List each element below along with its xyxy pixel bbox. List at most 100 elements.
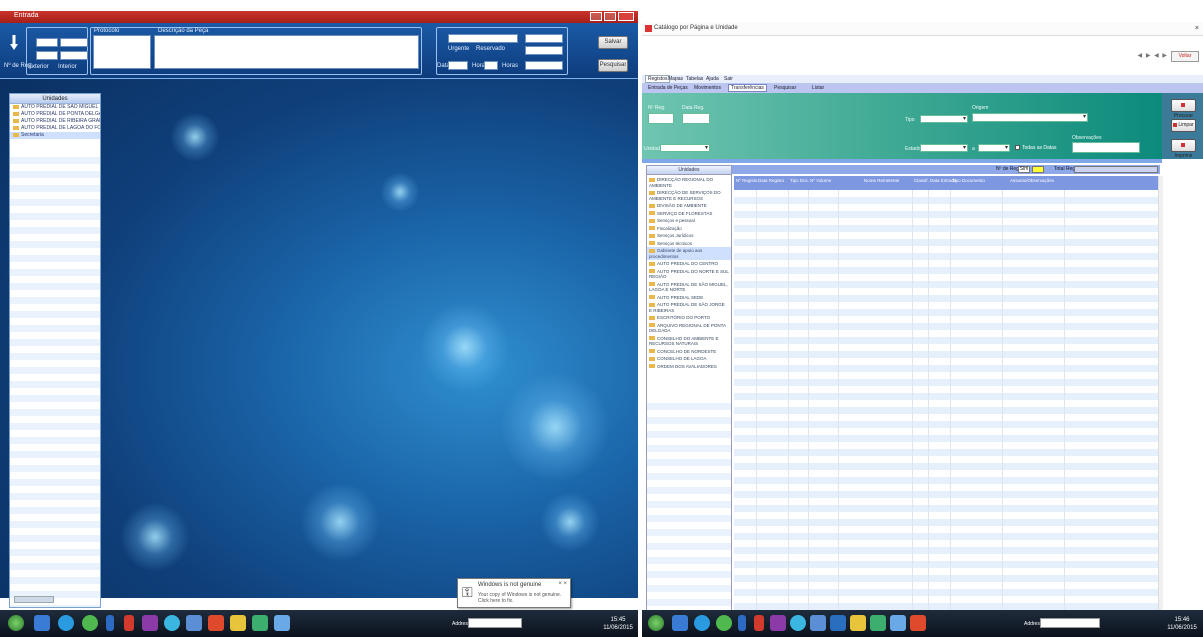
ie-icon[interactable]	[694, 615, 710, 631]
tree-item[interactable]: ESCRITÓRIO DO PORTO	[647, 314, 731, 322]
prefix-input[interactable]	[36, 38, 58, 47]
taskbar-address-input[interactable]	[1040, 618, 1100, 628]
app-lightblue-icon[interactable]	[890, 615, 906, 631]
tree-item[interactable]: AUTO PREDIAL DE SÃO JORGE E RIBEIRAS	[647, 301, 731, 314]
app-red-icon[interactable]	[910, 615, 926, 631]
tree-item[interactable]: DIRECÇÃO DE SERVIÇOS DO AMBIENTE E RECUR…	[647, 189, 731, 202]
number-input[interactable]	[60, 38, 88, 47]
tree-item[interactable]: ARQUIVO REGIONAL DE PONTA DELGADA	[647, 322, 731, 335]
origin-select[interactable]	[972, 113, 1088, 122]
unit-select[interactable]	[660, 144, 710, 152]
app-blue-icon[interactable]	[274, 615, 290, 631]
tab-listar[interactable]: Listar	[812, 85, 824, 91]
tree-item[interactable]: AUTO PREDIAL DE RIBEIRA GRANDE	[10, 118, 100, 125]
code-input[interactable]	[525, 46, 563, 55]
menu-item-sair[interactable]: Sair	[724, 76, 733, 82]
col-header-doc-type[interactable]: Tipo Documento	[952, 178, 985, 183]
save-button[interactable]: Salvar	[598, 36, 628, 49]
date-reg-input[interactable]	[682, 113, 710, 124]
maximize-icon[interactable]	[604, 12, 616, 21]
tree-item[interactable]: DIVISÃO DE AMBIENTE	[647, 202, 731, 210]
col-header-subject[interactable]: Assunto/Observações	[1010, 178, 1054, 183]
col-header-num[interactable]: Nº Registo	[736, 178, 757, 183]
menu-item-tabelas[interactable]: Tabelas	[686, 76, 703, 82]
col-header-class[interactable]: Classif.	[914, 178, 929, 183]
checkbox-reserved[interactable]: Reservado	[476, 46, 505, 52]
word-icon[interactable]	[738, 615, 746, 631]
app-yellow-icon[interactable]	[230, 615, 246, 631]
tree-item[interactable]: AUTO PREDIAL DO CENTRO	[647, 260, 731, 268]
tab-movimentos[interactable]: Movimentos	[694, 85, 721, 91]
chrome-icon[interactable]	[716, 615, 732, 631]
tree-item[interactable]: AUTO PREDIAL DE SÃO MIGUEL, LAGOA E NORT…	[647, 281, 731, 294]
time-input[interactable]	[484, 61, 498, 70]
acrobat-icon[interactable]	[124, 615, 134, 631]
tree-item[interactable]: AUTO PREDIAL SEDE	[647, 294, 731, 302]
date-input[interactable]	[448, 61, 468, 70]
taskbar-clock[interactable]: 15:45 11/06/2015	[600, 616, 636, 632]
taskbar-address-input[interactable]	[468, 618, 522, 628]
folder-app-icon[interactable]	[186, 615, 202, 631]
close-icon[interactable]	[618, 12, 634, 21]
obs-input[interactable]	[1072, 142, 1140, 153]
menu-item-mapas[interactable]: Mapas	[668, 76, 683, 82]
tree-item[interactable]: CONCELHO DE NORDESTE	[647, 348, 731, 356]
app-icon[interactable]	[770, 615, 786, 631]
start-orb-icon[interactable]	[8, 615, 24, 631]
col-header-date[interactable]: Data Registo	[758, 178, 784, 183]
num-input[interactable]	[648, 113, 674, 124]
app-red-icon[interactable]	[208, 615, 224, 631]
print-button[interactable]: Imprimir	[1171, 139, 1196, 159]
description-field[interactable]	[154, 35, 419, 69]
genuine-notification[interactable]: ⚿ Windows is not genuine Your copy of Wi…	[457, 578, 571, 608]
menu-item-ajuda[interactable]: Ajuda	[706, 76, 719, 82]
tree-item[interactable]: Secretaria	[10, 132, 100, 139]
tab-transferencias[interactable]: Transferências	[728, 84, 767, 92]
tree-item[interactable]: Serviços e pessoal	[647, 217, 731, 225]
clear-button[interactable]: Limpar	[1171, 119, 1196, 132]
word-icon[interactable]	[106, 615, 114, 631]
tree-item[interactable]: Serviços técnicos	[647, 240, 731, 248]
checkbox-interior[interactable]: Interior	[58, 64, 77, 70]
chrome-icon[interactable]	[82, 615, 98, 631]
page-nav-arrows[interactable]: ◀ ▶ ◀ ▶	[1138, 52, 1168, 59]
year-input[interactable]	[60, 51, 88, 60]
tree-item[interactable]: AUTO PREDIAL DE PONTA DELGADA	[10, 111, 100, 118]
tree-item[interactable]: AUTO PREDIAL DE SÃO MIGUEL	[10, 104, 100, 111]
tab-pesquisar[interactable]: Pesquisar	[774, 85, 796, 91]
skype-icon[interactable]	[790, 615, 806, 631]
back-button[interactable]: Voltar	[1171, 51, 1199, 62]
acrobat-icon[interactable]	[754, 615, 764, 631]
checkbox-exterior[interactable]: Exterior	[28, 64, 49, 70]
tree-scroll-handle[interactable]	[14, 596, 54, 603]
explorer-icon[interactable]	[672, 615, 688, 631]
checkbox-urgent[interactable]: Urgente	[448, 46, 469, 52]
search-button[interactable]: Pesquisar	[598, 59, 628, 72]
app-green-icon[interactable]	[870, 615, 886, 631]
download-arrow-icon[interactable]	[10, 35, 18, 51]
tree-item[interactable]: AUTO PREDIAL DE LAGOA DO FOGO	[10, 125, 100, 132]
tab-entrada-pecas[interactable]: Entrada de Peças	[648, 85, 688, 91]
taskbar-clock[interactable]: 15:46 11/06/2015	[1164, 616, 1200, 632]
tree-item[interactable]: AUTO PREDIAL DO NORTE E SUL REGIÃO	[647, 268, 731, 281]
tree-item[interactable]: CONSELHO DO AMBIENTE E RECURSOS NATURAIS	[647, 335, 731, 348]
menu-item-registos[interactable]: Registos	[645, 75, 671, 83]
app-icon[interactable]	[142, 615, 158, 631]
tree-item[interactable]: ORDEM DOS AVALIADORES	[647, 363, 731, 371]
col-header-volume[interactable]: Nº Volume	[810, 178, 831, 183]
series-input[interactable]	[36, 51, 58, 60]
grid-scrollbar[interactable]	[1158, 176, 1163, 613]
state-select[interactable]	[920, 144, 968, 152]
col-header-type[interactable]: Tipo Doc.	[790, 178, 809, 183]
minimize-icon[interactable]	[590, 12, 602, 21]
find-button[interactable]: Procurar	[1171, 99, 1196, 119]
app-blue-icon[interactable]	[830, 615, 846, 631]
tree-item[interactable]: Serviços Jurídicos	[647, 232, 731, 240]
col-header-sender[interactable]: Nome Remetente	[864, 178, 899, 183]
tree-item[interactable]: CONSELHO DE LAGOA	[647, 355, 731, 363]
all-dates-checkbox[interactable]	[1015, 145, 1020, 150]
folder-app-icon[interactable]	[810, 615, 826, 631]
skype-icon[interactable]	[164, 615, 180, 631]
app-green-icon[interactable]	[252, 615, 268, 631]
notification-close-icon[interactable]: × ×	[558, 581, 567, 587]
